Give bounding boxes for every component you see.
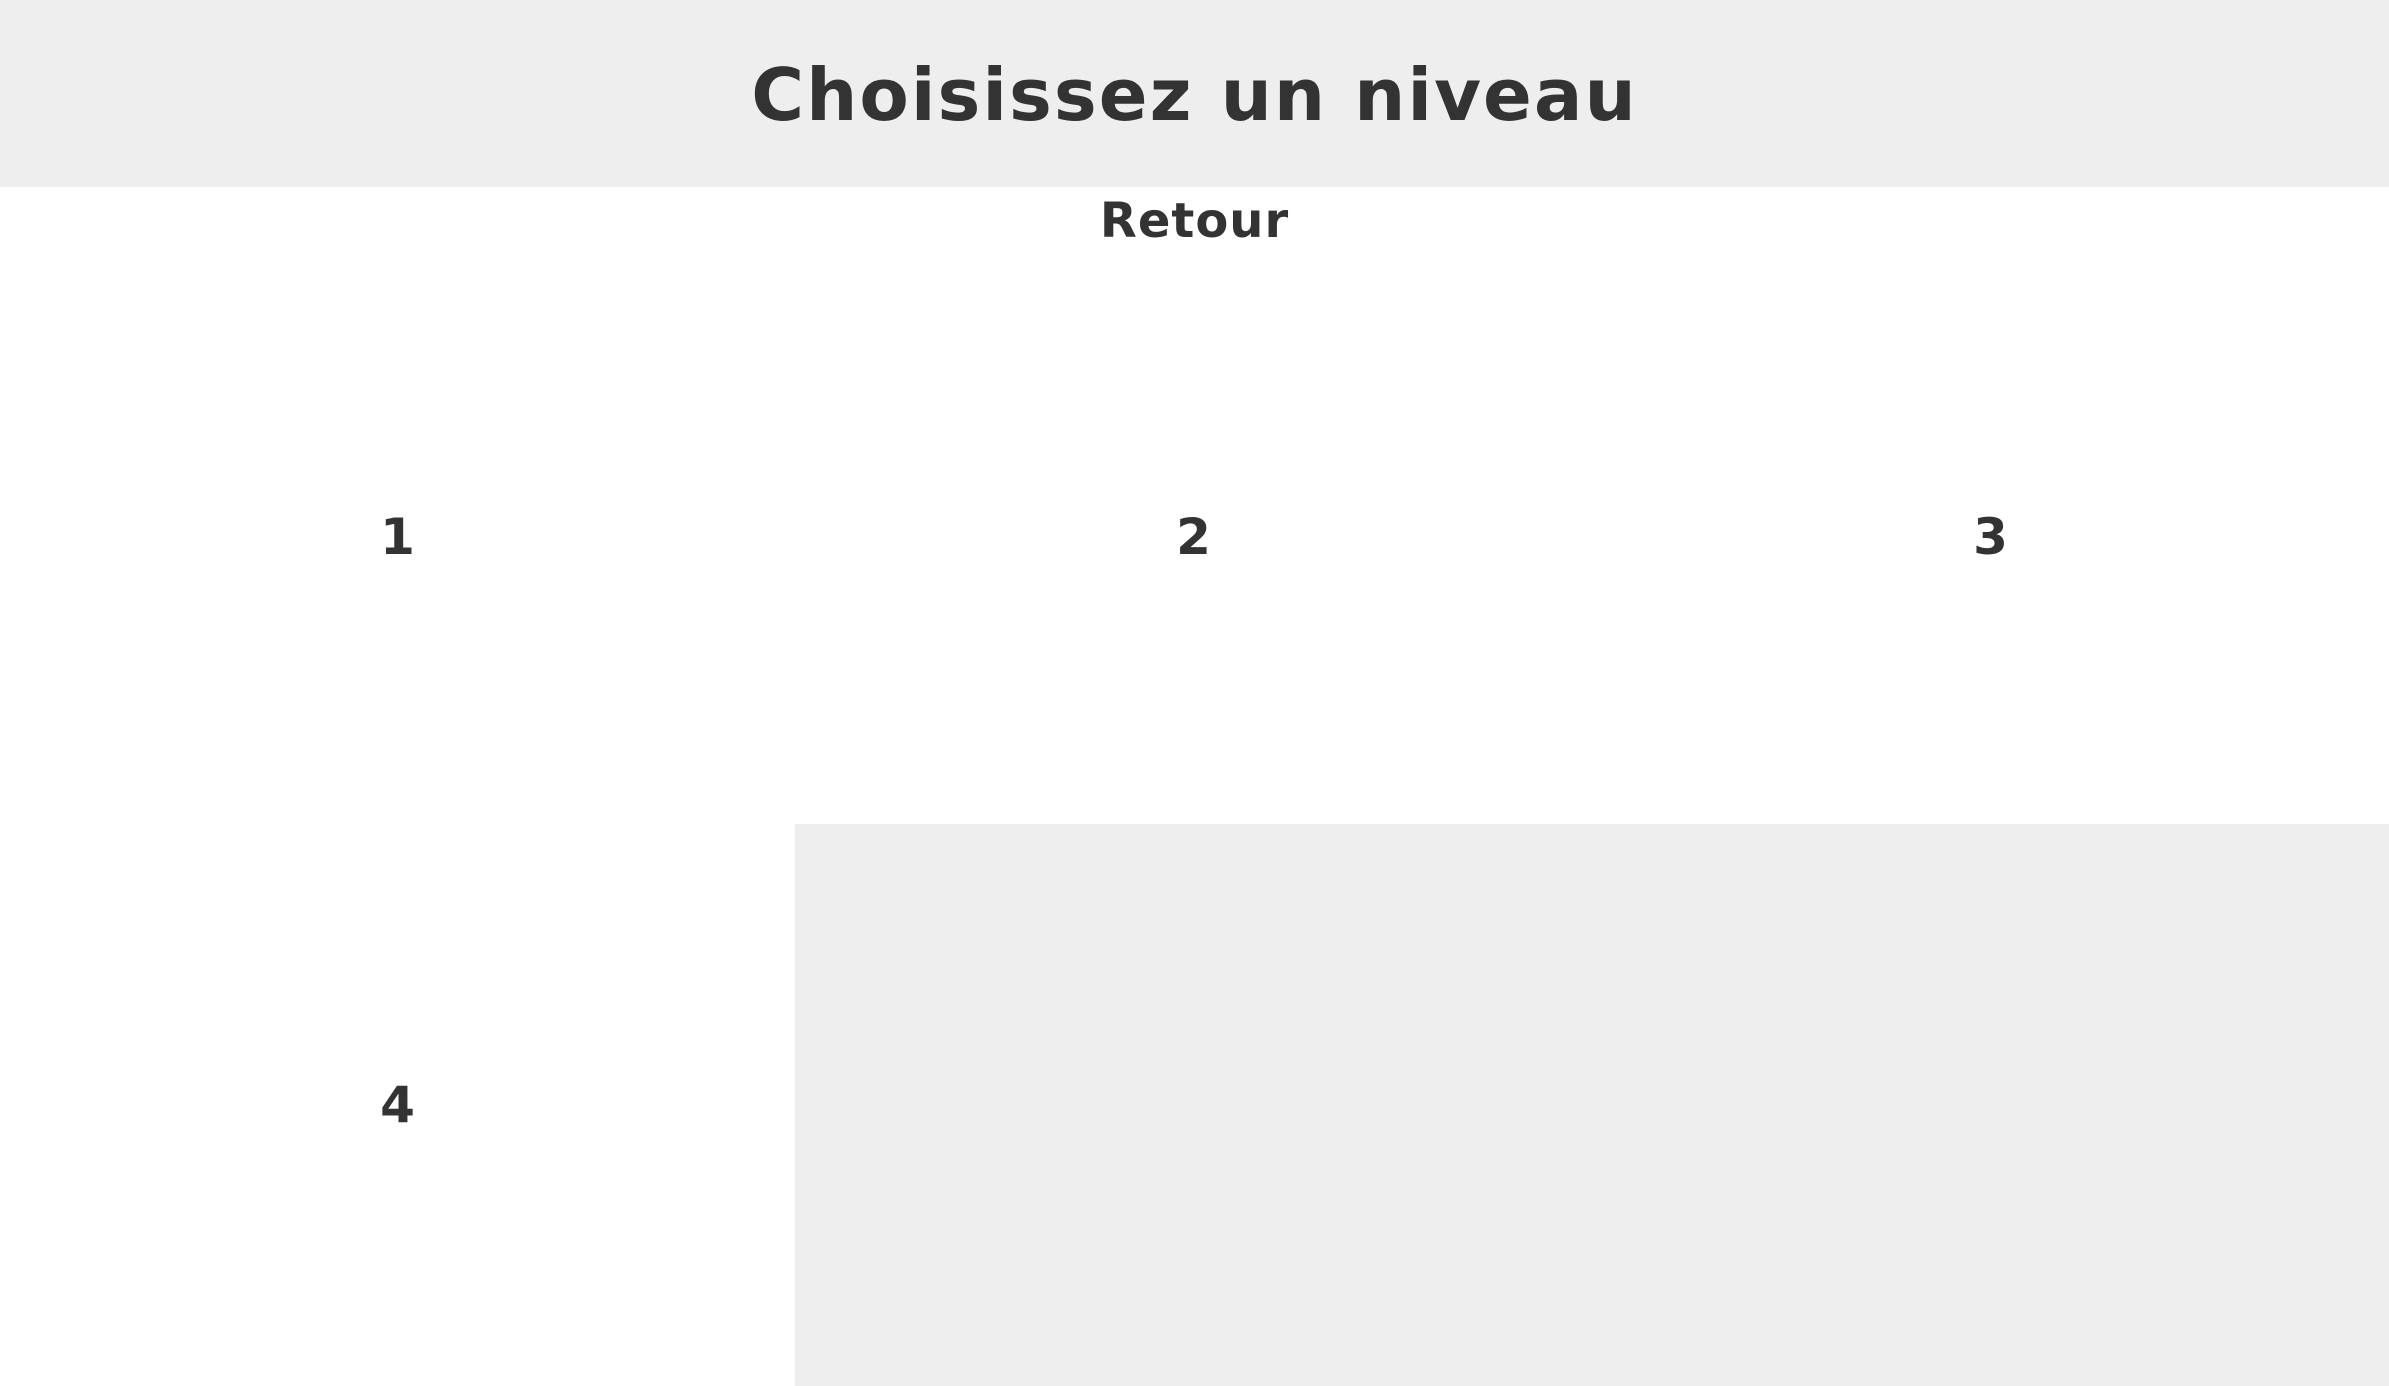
level-button-4[interactable]: 4 bbox=[0, 824, 795, 1386]
empty-grid-area bbox=[795, 824, 2389, 1386]
level-grid: 1 2 3 4 bbox=[0, 249, 2389, 1386]
level-button-2[interactable]: 2 bbox=[795, 249, 1592, 824]
page-title: Choisissez un niveau bbox=[751, 52, 1638, 137]
level-button-1[interactable]: 1 bbox=[0, 249, 795, 824]
back-button[interactable]: Retour bbox=[0, 187, 2389, 255]
level-button-3[interactable]: 3 bbox=[1592, 249, 2389, 824]
header-bar: Choisissez un niveau bbox=[0, 0, 2389, 187]
